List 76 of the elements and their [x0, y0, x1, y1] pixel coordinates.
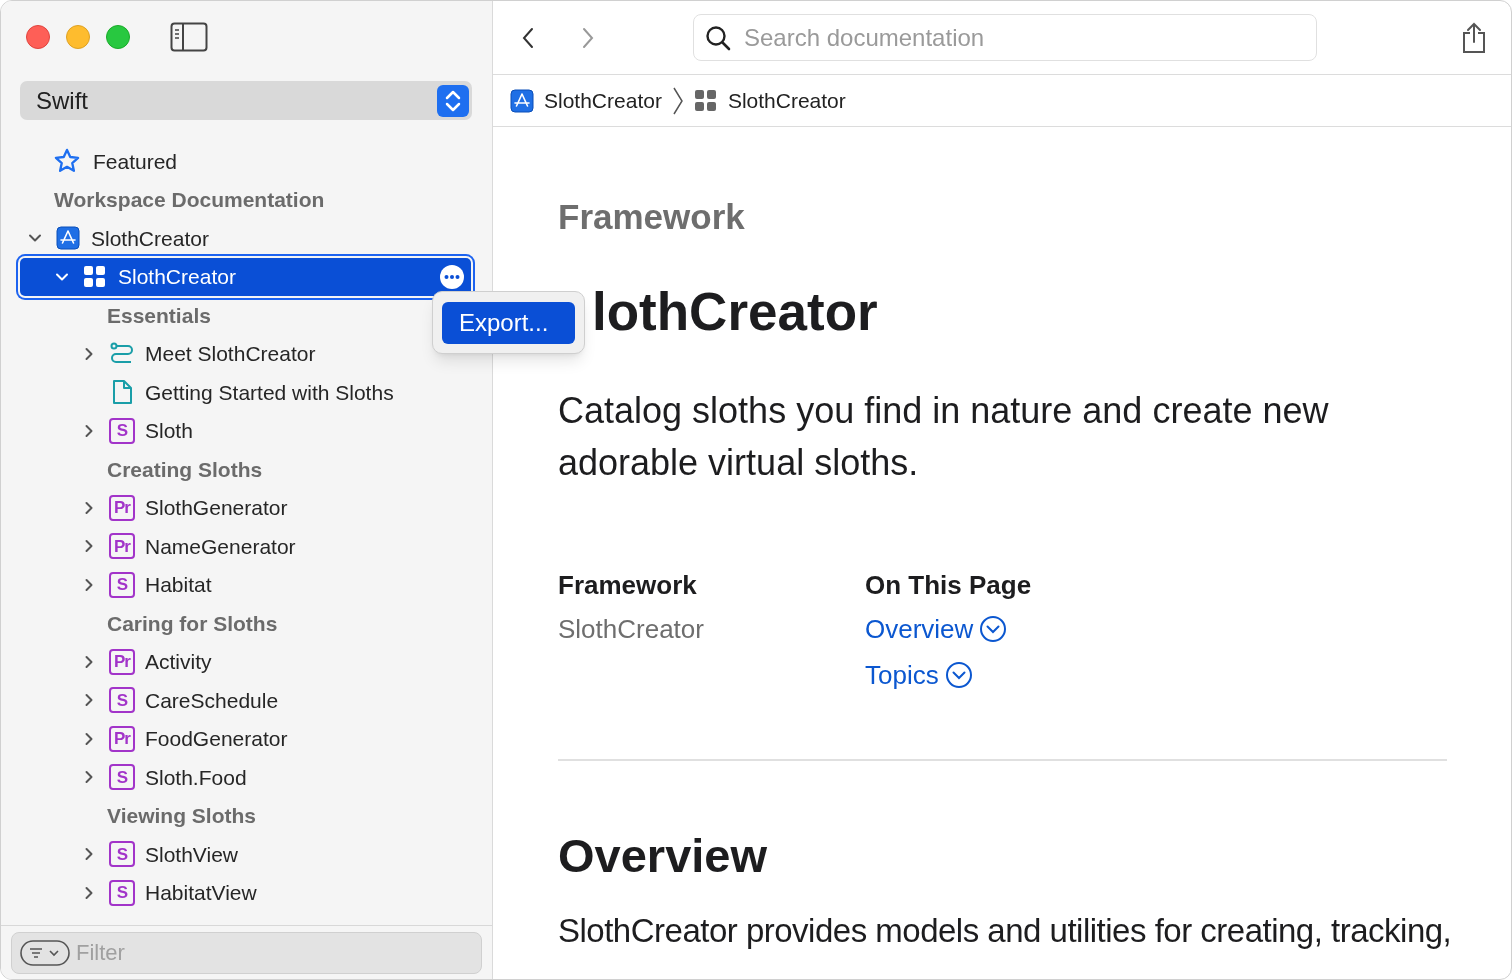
tree-item-label: Activity — [145, 649, 212, 675]
filter-menu-icon[interactable] — [20, 939, 70, 966]
symbol-badge: Pr — [109, 533, 135, 560]
tree-row[interactable]: S SlothView — [20, 835, 471, 874]
grid-icon — [693, 88, 718, 113]
close-window-icon[interactable] — [26, 25, 50, 49]
tree-row[interactable]: Pr NameGenerator — [20, 527, 471, 566]
tree-row[interactable]: S Sloth — [20, 411, 471, 450]
zoom-window-icon[interactable] — [106, 25, 130, 49]
app-icon — [510, 88, 534, 113]
language-picker[interactable]: Swift — [20, 81, 472, 120]
tree-item-label: Meet SlothCreator — [145, 341, 316, 367]
search-icon — [704, 23, 732, 52]
symbol-badge: Pr — [109, 494, 135, 521]
summary-heading: On This Page — [865, 569, 1033, 601]
document-icon — [110, 379, 134, 406]
symbol-badge: Pr — [109, 648, 135, 675]
section-heading: Creating Sloths — [107, 456, 263, 483]
sidebar-toggle-icon[interactable] — [170, 22, 208, 52]
tree-row[interactable]: S CareSchedule — [20, 681, 471, 720]
tree-row[interactable]: Pr FoodGenerator — [20, 719, 471, 758]
section-heading: Workspace Documentation — [54, 187, 325, 213]
chevron-circle-icon — [944, 661, 973, 689]
tree-item-label: SlothCreator — [91, 225, 209, 252]
search-field[interactable]: Search documentation — [693, 14, 1317, 61]
featured-link[interactable]: Featured — [93, 145, 178, 177]
tree-item-label: HabitatView — [145, 880, 257, 906]
overview-paragraph: SlothCreator provides models and utilities for creating, tracking, — [558, 910, 1447, 951]
tree-row[interactable]: Pr SlothGenerator — [20, 488, 471, 527]
symbol-badge: S — [109, 879, 135, 906]
tree-item-label: Sloth.Food — [145, 764, 247, 791]
chevron-circle-icon — [979, 615, 1008, 643]
tree-item-label: SlothView — [145, 841, 238, 868]
more-icon[interactable] — [439, 263, 465, 290]
section-heading: Essentials — [107, 302, 211, 329]
grid-icon — [83, 264, 107, 289]
filter-field[interactable]: Filter — [11, 931, 482, 974]
page-title: lothCreator — [592, 280, 878, 343]
tree-item-label: SlothCreator — [118, 264, 236, 290]
tree-item-label: Habitat — [145, 572, 212, 598]
tree-item-label: SlothGenerator — [145, 495, 288, 521]
page-section-link[interactable]: Topics — [865, 659, 1172, 691]
app-icon — [56, 226, 80, 251]
symbol-badge: S — [109, 417, 135, 444]
summary-heading: Framework — [558, 569, 698, 601]
breadcrumb-link[interactable]: SlothCreator — [544, 84, 662, 117]
symbol-badge: S — [109, 841, 135, 868]
section-heading: Caring for Sloths — [107, 610, 278, 637]
tree-row[interactable]: Getting Started with Sloths — [20, 373, 471, 412]
tree-row[interactable]: S HabitatView — [20, 873, 471, 912]
tree-row[interactable]: S Habitat — [20, 565, 471, 604]
section-title: Overview — [558, 828, 769, 884]
search-input[interactable]: Search documentation — [744, 19, 1316, 56]
filter-input[interactable]: Filter — [76, 936, 481, 969]
framework-name: SlothCreator — [558, 613, 705, 645]
page-eyebrow: Framework — [558, 196, 746, 238]
tree-item-label: FoodGenerator — [145, 726, 288, 752]
symbol-badge: Pr — [109, 725, 135, 752]
page-section-link[interactable]: Overview — [865, 613, 1172, 645]
tree-row[interactable]: S Sloth.Food — [20, 758, 471, 797]
tree-item-label: Getting Started with Sloths — [145, 379, 394, 406]
export-menu-item[interactable]: Export... — [442, 301, 575, 344]
tree-item-label: CareSchedule — [145, 687, 279, 714]
tree-item-label: Sloth — [145, 418, 193, 444]
tree-row[interactable]: SlothCreator — [20, 219, 471, 258]
tree-item-label: NameGenerator — [145, 533, 296, 560]
section-heading: Viewing Sloths — [107, 803, 256, 829]
breadcrumb-link[interactable]: SlothCreator — [727, 84, 846, 117]
tree-row[interactable]: Pr Activity — [20, 642, 471, 681]
symbol-badge: S — [109, 687, 135, 714]
share-icon[interactable] — [1461, 21, 1487, 54]
stepper-icon — [437, 84, 469, 117]
symbol-badge: S — [109, 764, 135, 791]
symbol-badge: S — [109, 571, 135, 598]
breadcrumb-separator-icon — [671, 85, 684, 116]
page-abstract: Catalog sloths you find in nature and create new adorable virtual sloths. — [558, 389, 1330, 485]
